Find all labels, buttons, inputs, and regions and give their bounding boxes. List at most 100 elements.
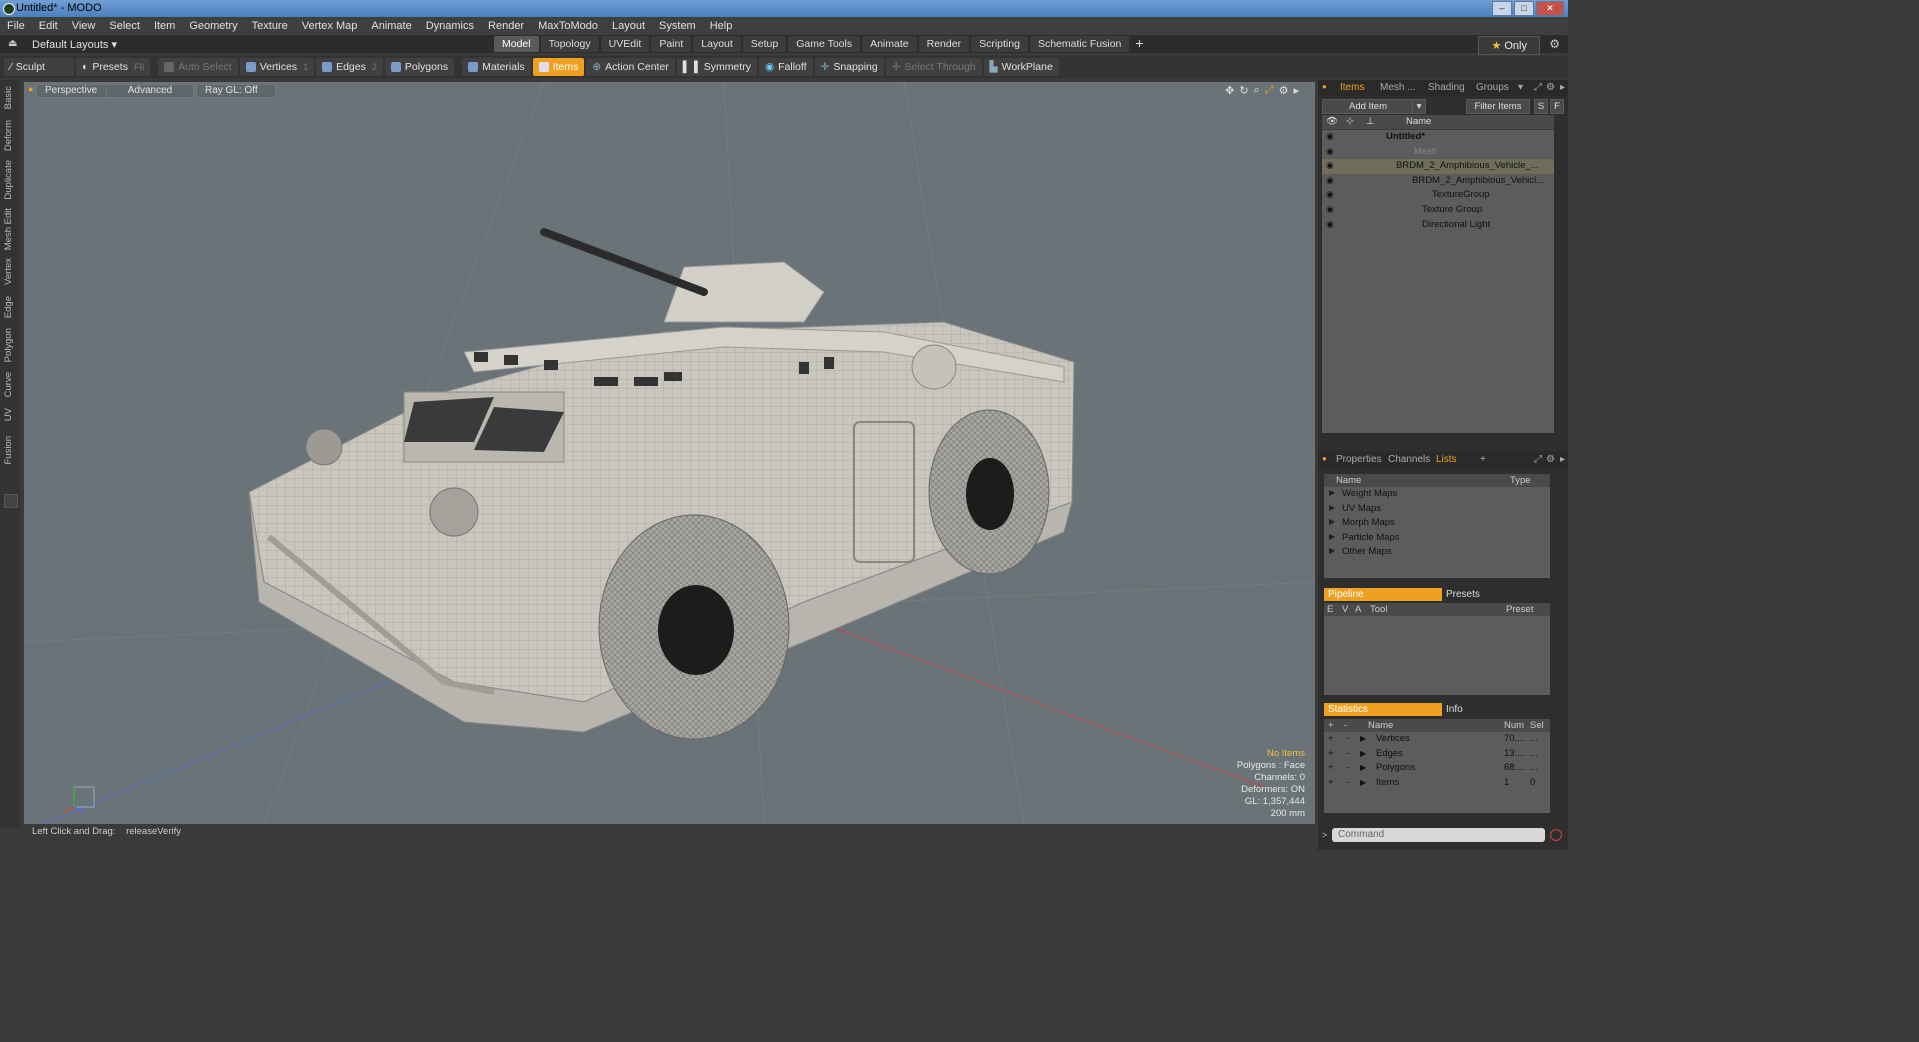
stat-row-edges[interactable]: + - ▶ Edges 13.... ... — [1324, 747, 1550, 762]
rear-wheel[interactable] — [928, 409, 1050, 575]
tab-edge[interactable]: Edge — [3, 296, 14, 318]
tree-row-texture-group[interactable]: ◉ Texture Group — [1322, 203, 1554, 218]
pan-icon[interactable]: ✥ — [1225, 84, 1234, 97]
panel-menu-icon[interactable]: ● — [1322, 454, 1327, 463]
tab-properties[interactable]: Properties — [1336, 454, 1382, 465]
tab-deform[interactable]: Deform — [3, 120, 14, 151]
menu-dynamics[interactable]: Dynamics — [419, 20, 481, 32]
menu-animate[interactable]: Animate — [364, 20, 418, 32]
minimize-button[interactable]: – — [1492, 1, 1512, 16]
layout-lock-icon[interactable]: ⏏ — [8, 38, 17, 49]
tab-statistics[interactable]: Statistics — [1324, 703, 1442, 716]
front-wheel[interactable] — [598, 514, 790, 740]
render-col-icon[interactable]: ⊥ — [1366, 116, 1374, 127]
panel-arrow-icon[interactable]: ▸ — [1560, 454, 1565, 465]
expand-arrow-icon[interactable]: ▶ — [1360, 778, 1366, 787]
menu-system[interactable]: System — [652, 20, 703, 32]
panel-menu-icon[interactable]: ● — [1322, 82, 1327, 91]
command-input[interactable]: Command — [1332, 828, 1545, 842]
items-button[interactable]: Items — [532, 58, 585, 76]
tab-vertex[interactable]: Vertex — [3, 258, 14, 285]
expand-arrow-icon[interactable]: ▶ — [1329, 488, 1335, 497]
symmetry-button[interactable]: ▌▐ Symmetry — [676, 58, 757, 76]
tree-row-brdm-mesh[interactable]: ◉ BRDM_2_Amphibious_Vehicl... — [1322, 174, 1554, 189]
tab-uv[interactable]: UV — [3, 408, 14, 421]
expand-arrow-icon[interactable]: ▶ — [1329, 503, 1335, 512]
close-button[interactable]: ✕ — [1536, 1, 1564, 16]
add-tab-button[interactable]: + — [1131, 36, 1147, 52]
visibility-eye-icon[interactable]: ◉ — [1326, 189, 1335, 199]
stat-row-vertices[interactable]: + - ▶ Vertices 70.... ... — [1324, 732, 1550, 747]
polygons-button[interactable]: Polygons — [384, 58, 455, 76]
tab-schematic-fusion[interactable]: Schematic Fusion — [1029, 36, 1130, 52]
expand-arrow-icon[interactable]: ▶ — [1360, 734, 1366, 743]
3d-viewport[interactable]: ● Perspective Advanced Ray GL: Off ✥ ↻ ⌕… — [24, 82, 1315, 824]
stat-row-items[interactable]: + - ▶ Items 1 0 — [1324, 776, 1550, 791]
list-item[interactable]: ▶ Particle Maps — [1324, 531, 1550, 546]
shading-mode-button[interactable]: Advanced — [106, 84, 194, 98]
expand-panel-icon[interactable]: ⤢ — [1534, 82, 1542, 93]
menu-texture[interactable]: Texture — [245, 20, 295, 32]
remove-from-selection-button[interactable]: - — [1346, 748, 1349, 759]
tab-curve[interactable]: Curve — [3, 372, 14, 397]
menu-help[interactable]: Help — [703, 20, 740, 32]
menu-file[interactable]: File — [0, 20, 32, 32]
list-item[interactable]: ▶ Other Maps — [1324, 545, 1550, 560]
tab-layout[interactable]: Layout — [693, 36, 741, 52]
viewport-settings-icon[interactable]: ⚙ — [1279, 84, 1289, 97]
visibility-col-icon[interactable]: 👁 — [1326, 116, 1338, 127]
tab-items[interactable]: Items — [1340, 82, 1364, 93]
tab-animate[interactable]: Animate — [862, 36, 917, 52]
remove-from-selection-button[interactable]: - — [1346, 733, 1349, 744]
panel-toggle-button[interactable] — [4, 494, 18, 508]
tree-row-scene[interactable]: ◉ Untitled* — [1322, 130, 1554, 145]
tab-topology[interactable]: Topology — [540, 36, 599, 52]
tab-presets[interactable]: Presets — [1446, 588, 1480, 601]
rotate-icon[interactable]: ↻ — [1239, 84, 1248, 97]
maximize-viewport-icon[interactable]: ⤢ — [1265, 84, 1274, 97]
tab-basic[interactable]: Basic — [3, 86, 14, 109]
menu-view[interactable]: View — [65, 20, 103, 32]
gear-icon[interactable]: ⚙ — [1549, 37, 1560, 51]
add-props-tab-button[interactable]: + — [1480, 454, 1486, 465]
tab-render[interactable]: Render — [918, 36, 970, 52]
tab-fusion[interactable]: Fusion — [3, 436, 14, 465]
panel-settings-icon[interactable]: ⚙ — [1546, 82, 1555, 93]
list-item[interactable]: ▶ UV Maps — [1324, 502, 1550, 517]
menu-item[interactable]: Item — [147, 20, 182, 32]
expand-arrow-icon[interactable]: ▶ — [1329, 532, 1335, 541]
menu-vertex-map[interactable]: Vertex Map — [295, 20, 365, 32]
tab-lists[interactable]: Lists — [1436, 454, 1457, 465]
viewport-menu-arrow-icon[interactable]: ▸ — [1293, 84, 1299, 97]
snapping-button[interactable]: ✛ Snapping — [814, 58, 884, 76]
tab-scripting[interactable]: Scripting — [971, 36, 1028, 52]
tab-game-tools[interactable]: Game Tools — [788, 36, 861, 52]
visibility-eye-icon[interactable]: ◉ — [1326, 219, 1335, 229]
tab-setup[interactable]: Setup — [742, 36, 787, 52]
tree-row-texturegroup[interactable]: ◉ TextureGroup — [1322, 188, 1554, 203]
tree-row-brdm-group[interactable]: ◉ BRDM_2_Amphibious_Vehicle_... — [1322, 159, 1554, 174]
lock-col-icon[interactable]: ⊹ — [1346, 116, 1354, 127]
tab-mesh[interactable]: Mesh ... — [1380, 82, 1416, 93]
only-button[interactable]: ★ Only — [1478, 36, 1540, 55]
tab-channels[interactable]: Channels — [1388, 454, 1430, 465]
expand-panel-icon[interactable]: ⤢ — [1534, 454, 1542, 465]
panel-arrow-icon[interactable]: ▸ — [1560, 82, 1565, 93]
tab-polygon[interactable]: Polygon — [3, 328, 14, 362]
select-through-button[interactable]: ✛ Select Through — [885, 58, 982, 76]
falloff-button[interactable]: ◉ Falloff — [758, 58, 813, 76]
menu-layout[interactable]: Layout — [605, 20, 652, 32]
tab-groups[interactable]: Groups — [1476, 82, 1509, 93]
visibility-eye-icon[interactable]: ◉ — [1326, 204, 1335, 214]
expand-arrow-icon[interactable]: ▶ — [1360, 749, 1366, 758]
remove-from-selection-button[interactable]: - — [1346, 762, 1349, 773]
menu-render[interactable]: Render — [481, 20, 531, 32]
tab-info[interactable]: Info — [1446, 703, 1463, 716]
visibility-eye-icon[interactable]: ◉ — [1326, 131, 1335, 141]
remove-from-selection-button[interactable]: - — [1346, 777, 1349, 788]
tab-paint[interactable]: Paint — [651, 36, 692, 52]
edges-button[interactable]: Edges 2 — [316, 58, 383, 76]
visibility-eye-icon[interactable]: ◉ — [1326, 160, 1335, 170]
tab-uvedit[interactable]: UVEdit — [600, 36, 650, 52]
default-layouts-dropdown[interactable]: Default Layouts ▾ — [32, 38, 117, 51]
